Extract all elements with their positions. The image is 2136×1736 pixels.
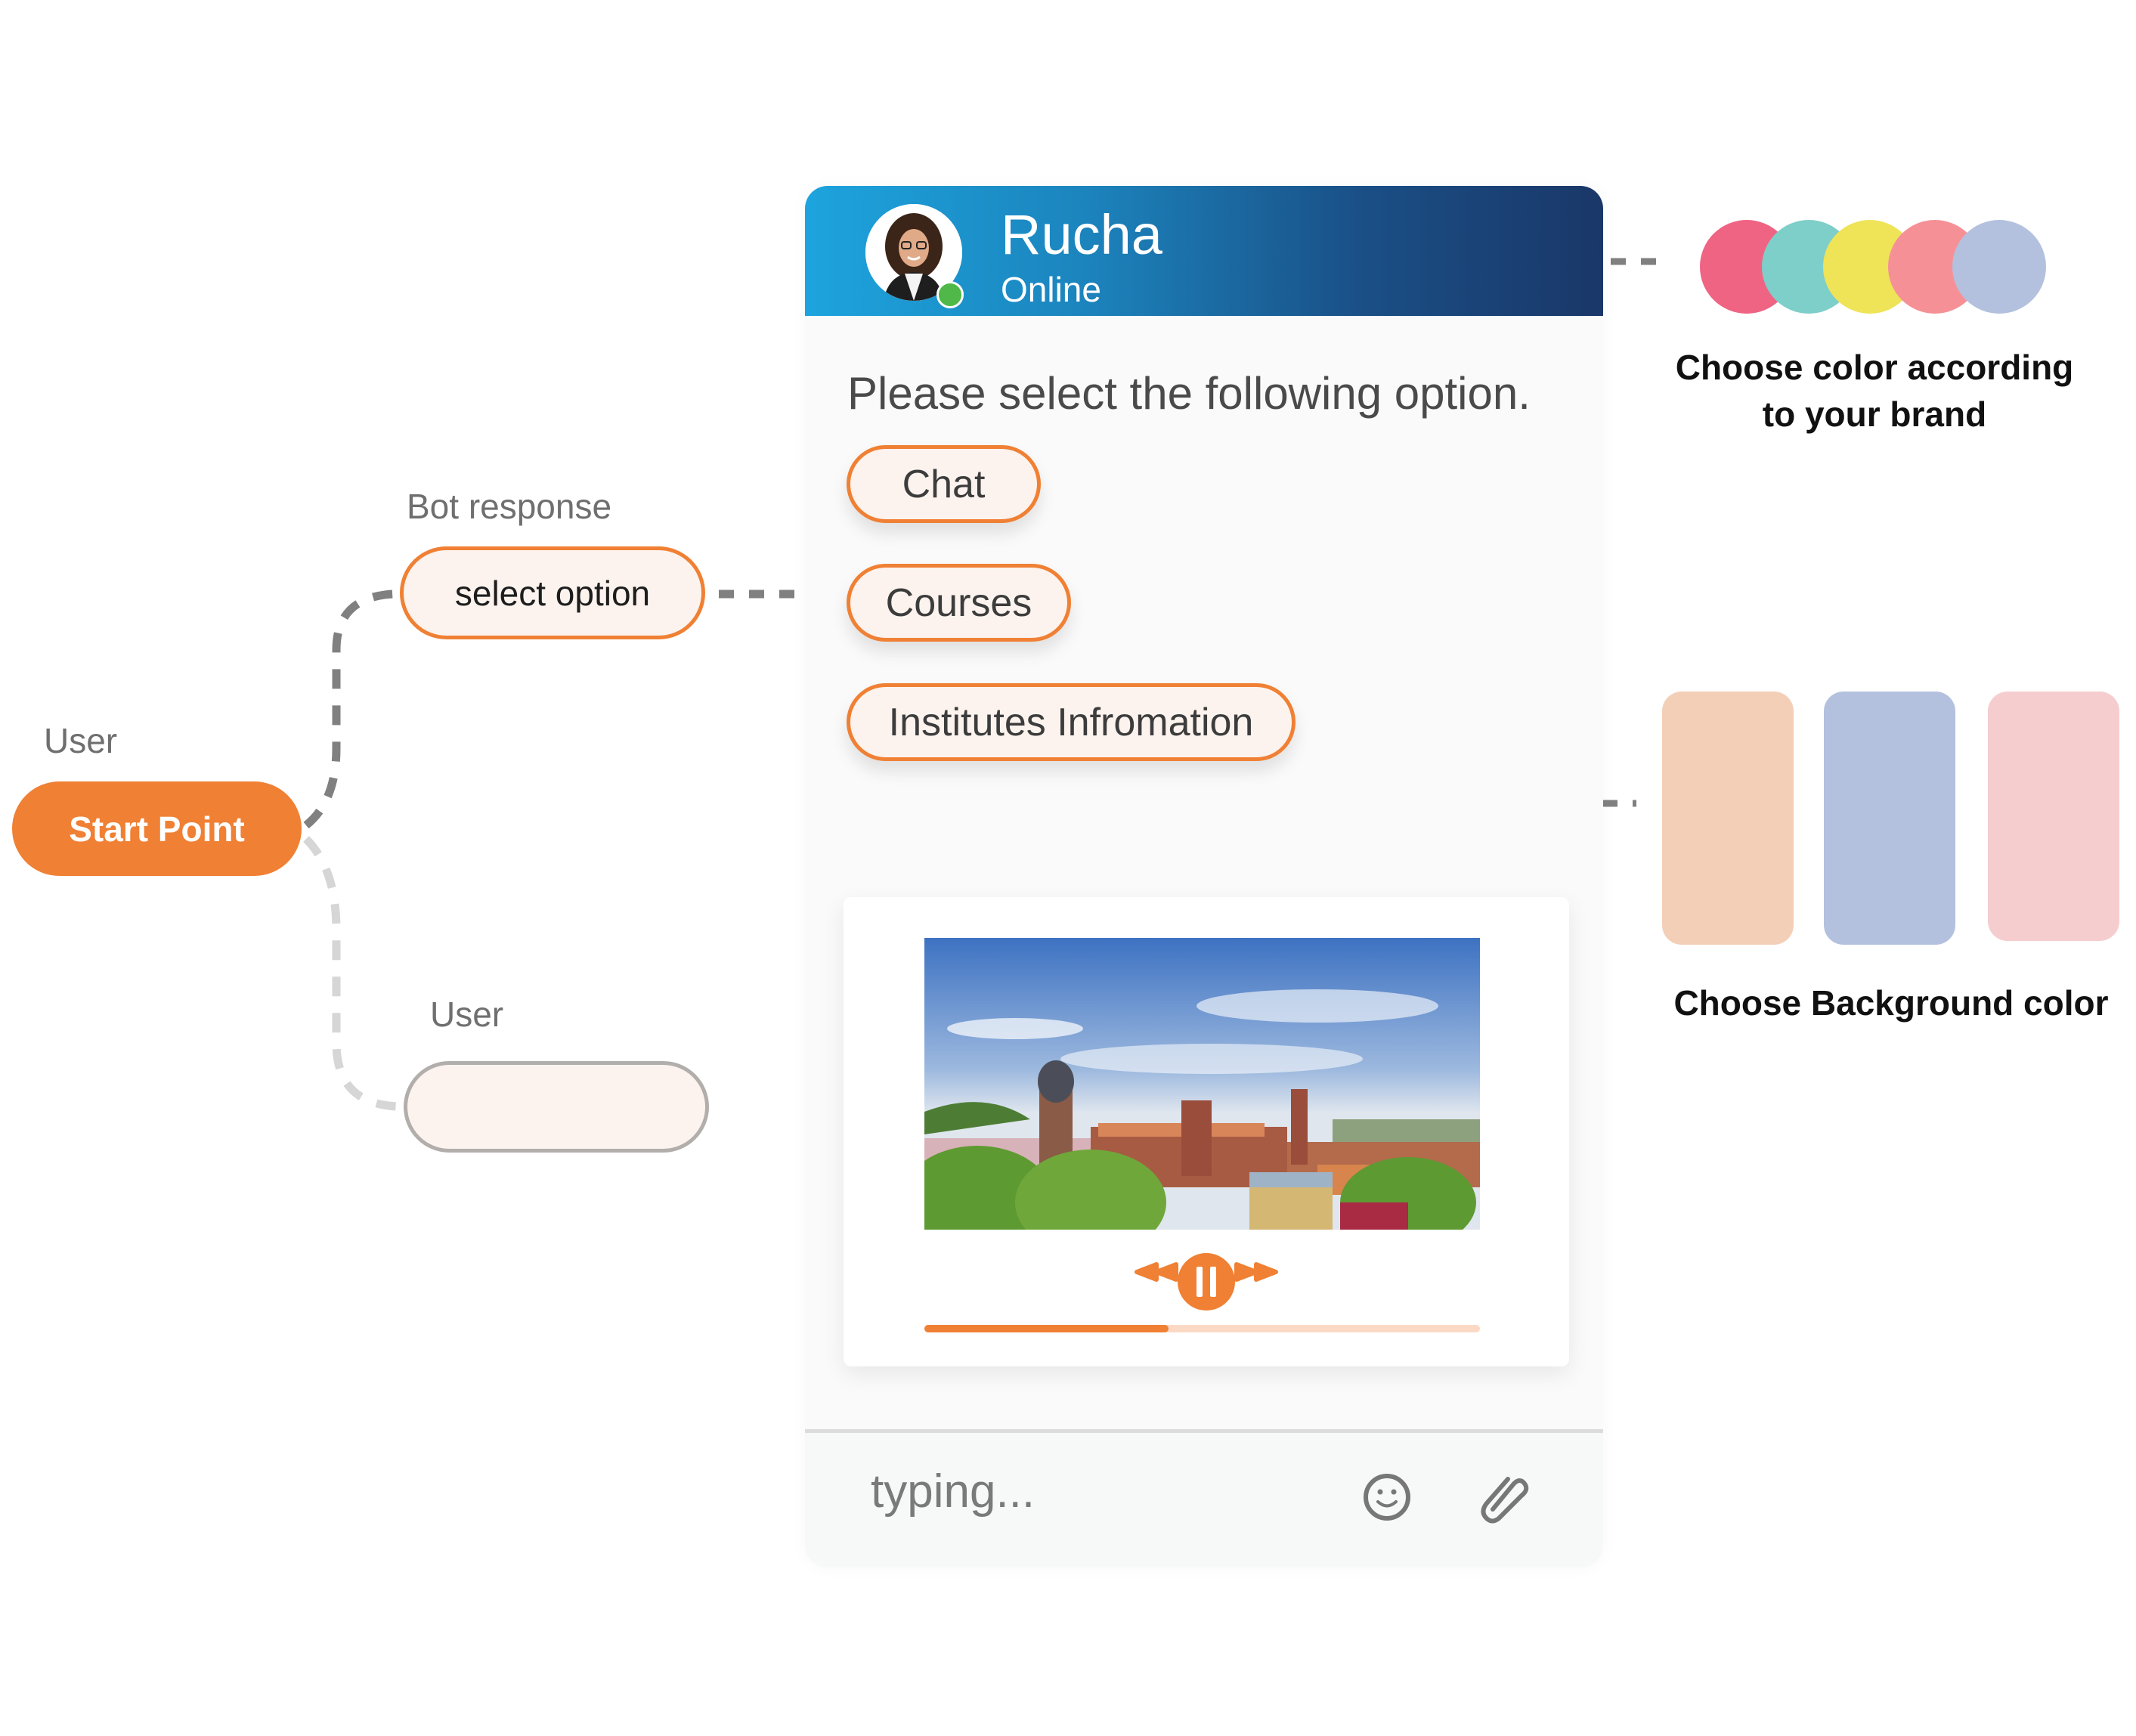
pause-icon: [1196, 1267, 1203, 1297]
background-color-caption: Choose Background color: [1673, 983, 2109, 1023]
message-composer: typing...: [805, 1433, 1603, 1567]
brand-caption-line2: to your brand: [1762, 395, 1987, 434]
option-courses-button[interactable]: Courses: [847, 564, 1071, 642]
chat-header: Rucha Online: [805, 186, 1603, 316]
emoji-button[interactable]: [1357, 1467, 1417, 1527]
paperclip-icon: [1481, 1477, 1529, 1524]
background-color-swatch[interactable]: [1824, 692, 1955, 945]
start-point-node[interactable]: Start Point: [12, 781, 302, 876]
video-progress-fill: [924, 1325, 1169, 1332]
message-input[interactable]: typing...: [871, 1465, 1035, 1518]
online-status-dot: [936, 281, 964, 308]
option-chat-button[interactable]: Chat: [847, 445, 1041, 523]
user-response-node[interactable]: [404, 1061, 709, 1153]
background-color-swatch[interactable]: [1988, 692, 2119, 941]
rewind-icon[interactable]: [1135, 1262, 1178, 1282]
brand-caption-line1: Choose color according: [1675, 348, 2074, 387]
emoji-icon: [1364, 1474, 1410, 1521]
select-option-node[interactable]: select option: [400, 546, 705, 639]
agent-status: Online: [1001, 270, 1101, 309]
video-progress-bar[interactable]: [924, 1325, 1480, 1332]
brand-color-caption: Choose color according to your brand: [1648, 344, 2101, 438]
fast-forward-icon[interactable]: [1234, 1262, 1278, 1282]
pause-button[interactable]: [1178, 1253, 1235, 1311]
connector-start-to-bot: [303, 589, 394, 829]
bot-prompt-message: Please select the following option.: [847, 368, 1531, 419]
background-color-swatch[interactable]: [1662, 692, 1794, 945]
bot-response-label: Bot response: [407, 487, 612, 526]
attach-button[interactable]: [1476, 1467, 1537, 1527]
chat-widget: Rucha Online Please select the following…: [805, 186, 1603, 1567]
brand-color-swatch[interactable]: [1952, 220, 2046, 314]
start-user-label: User: [44, 721, 118, 760]
video-message-card: [844, 897, 1569, 1366]
option-institutes-button[interactable]: Institutes Infromation: [847, 683, 1296, 761]
agent-name: Rucha: [1001, 203, 1162, 266]
user-label: User: [430, 995, 504, 1034]
video-controls: [1135, 1253, 1278, 1311]
connector-start-to-user: [303, 836, 398, 1111]
